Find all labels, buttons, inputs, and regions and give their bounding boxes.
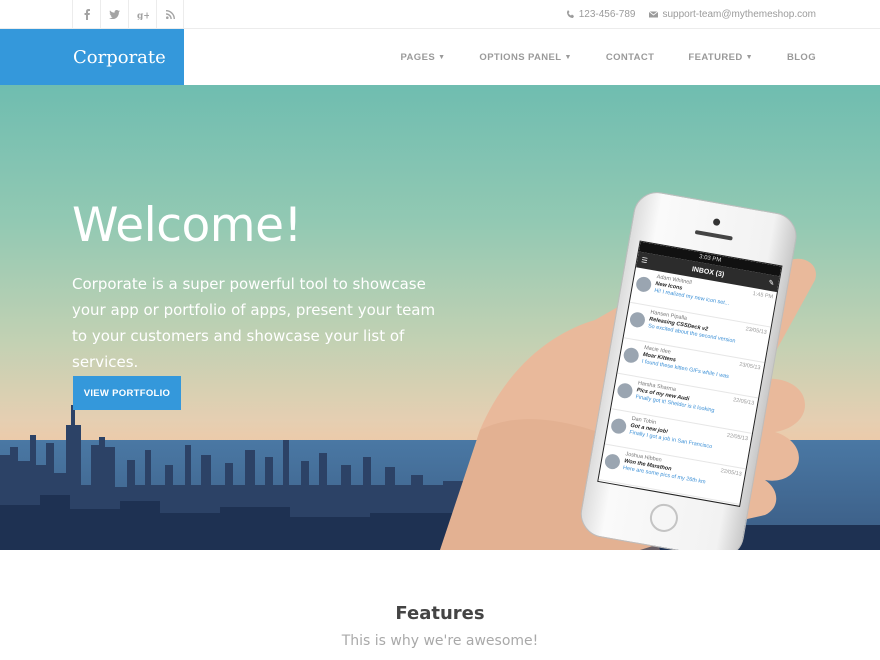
phone-icon [566, 10, 574, 18]
view-portfolio-button[interactable]: VIEW PORTFOLIO [73, 376, 181, 410]
google-plus-icon[interactable]: g+ [128, 0, 156, 29]
compose-icon: ✎ [767, 279, 775, 288]
svg-text:g+: g+ [137, 11, 149, 20]
contact-info: 123-456-789 support-team@mythemeshop.com [566, 0, 816, 29]
hero-section: Welcome! Corporate is a super powerful t… [0, 85, 880, 550]
phone-screen: 3:03 PM ☰ INBOX (3) ✎ Adam Whitnell New … [597, 240, 783, 507]
nav-item-label: PAGES [400, 51, 436, 63]
camera-icon [712, 218, 721, 227]
hero-title: Welcome! [72, 198, 302, 253]
rss-icon[interactable] [156, 0, 184, 29]
email-contact[interactable]: support-team@mythemeshop.com [649, 9, 816, 20]
avatar [628, 311, 647, 329]
nav-item-featured[interactable]: FEATURED ▼ [688, 52, 753, 63]
avatar [622, 346, 640, 364]
site-logo[interactable]: Corporate [0, 29, 184, 85]
top-bar: g+ 123-456-789 support-team@mythemeshop.… [0, 0, 880, 29]
nav-item-label: FEATURED [688, 51, 743, 63]
menu-icon: ☰ [640, 257, 649, 266]
main-navbar: Corporate PAGES ▼ OPTIONS PANEL ▼ CONTAC… [0, 29, 880, 85]
nav-item-blog[interactable]: BLOG [787, 52, 816, 63]
twitter-icon[interactable] [100, 0, 128, 29]
social-links: g+ [72, 0, 184, 29]
speaker-grill [694, 230, 733, 241]
nav-item-pages[interactable]: PAGES ▼ [401, 52, 446, 63]
avatar [616, 382, 634, 400]
nav-item-label: CONTACT [605, 51, 655, 63]
caret-down-icon: ▼ [564, 53, 572, 61]
features-title: Features [395, 603, 485, 624]
nav-item-options-panel[interactable]: OPTIONS PANEL ▼ [479, 52, 571, 63]
avatar [603, 452, 622, 471]
email-address[interactable]: support-team@mythemeshop.com [662, 9, 816, 20]
caret-down-icon: ▼ [745, 53, 753, 61]
phone-contact: 123-456-789 [566, 9, 636, 20]
nav-item-contact[interactable]: CONTACT [606, 52, 655, 63]
avatar [610, 417, 628, 435]
avatar [635, 275, 653, 294]
nav-item-label: BLOG [786, 51, 816, 63]
facebook-icon[interactable] [72, 0, 100, 29]
home-button [647, 501, 681, 535]
features-subtitle: This is why we're awesome! [341, 633, 539, 649]
envelope-icon [649, 11, 659, 18]
phone-number: 123-456-789 [578, 9, 636, 20]
inbox-title: INBOX (3) [691, 265, 725, 279]
main-menu: PAGES ▼ OPTIONS PANEL ▼ CONTACT FEATURED… [401, 29, 817, 85]
hero-description: Corporate is a super powerful tool to sh… [72, 275, 436, 371]
caret-down-icon: ▼ [438, 53, 446, 61]
nav-item-label: OPTIONS PANEL [479, 51, 562, 63]
